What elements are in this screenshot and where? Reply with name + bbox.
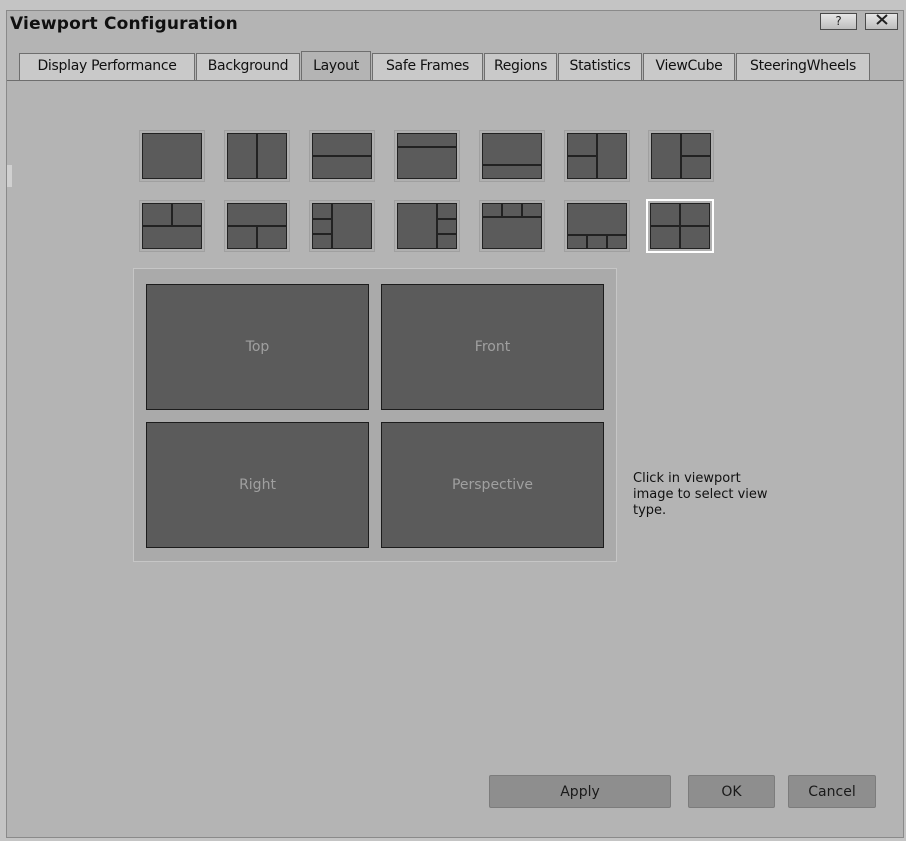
close-icon: [875, 14, 889, 28]
tab-divider: [7, 80, 903, 81]
layout-option-11[interactable]: [394, 200, 460, 252]
layout-option-14-selected[interactable]: [646, 199, 714, 253]
tab-display-performance[interactable]: Display Performance: [19, 53, 195, 80]
viewport-front-label: Front: [474, 339, 511, 355]
viewport-hint-text: Click in viewport image to select view t…: [633, 471, 768, 518]
layout-option-5[interactable]: [479, 130, 545, 182]
viewport-perspective[interactable]: Perspective: [381, 422, 604, 548]
tab-viewcube[interactable]: ViewCube: [643, 53, 735, 80]
layout-option-10[interactable]: [309, 200, 375, 252]
apply-button[interactable]: Apply: [489, 775, 671, 808]
viewport-perspective-label: Perspective: [451, 477, 534, 493]
layout-option-2[interactable]: [224, 130, 290, 182]
left-edge-marker: [7, 165, 12, 187]
help-button[interactable]: ?: [820, 13, 857, 30]
viewport-front[interactable]: Front: [381, 284, 604, 410]
viewport-right-label: Right: [239, 477, 276, 493]
help-icon: ?: [835, 14, 842, 28]
layout-option-13[interactable]: [564, 200, 630, 252]
layout-option-7[interactable]: [648, 130, 714, 182]
close-button[interactable]: [865, 13, 898, 30]
layout-option-6[interactable]: [564, 130, 630, 182]
layout-option-8[interactable]: [139, 200, 205, 252]
tab-background[interactable]: Background: [196, 53, 300, 80]
layout-option-4[interactable]: [394, 130, 460, 182]
cancel-button[interactable]: Cancel: [788, 775, 876, 808]
layout-option-9[interactable]: [224, 200, 290, 252]
viewport-right[interactable]: Right: [146, 422, 369, 548]
layout-option-12[interactable]: [479, 200, 545, 252]
tab-statistics[interactable]: Statistics: [558, 53, 642, 80]
viewport-layout-preview: Top Front Right Perspective: [133, 268, 617, 562]
tab-steeringwheels[interactable]: SteeringWheels: [736, 53, 870, 80]
layout-option-1[interactable]: [139, 130, 205, 182]
layout-option-3[interactable]: [309, 130, 375, 182]
tab-layout[interactable]: Layout: [301, 51, 371, 80]
viewport-top[interactable]: Top: [146, 284, 369, 410]
tab-regions[interactable]: Regions: [484, 53, 557, 80]
viewport-top-label: Top: [245, 339, 270, 355]
dialog-title: Viewport Configuration: [10, 14, 238, 34]
tab-safe-frames[interactable]: Safe Frames: [372, 53, 483, 80]
ok-button[interactable]: OK: [688, 775, 775, 808]
